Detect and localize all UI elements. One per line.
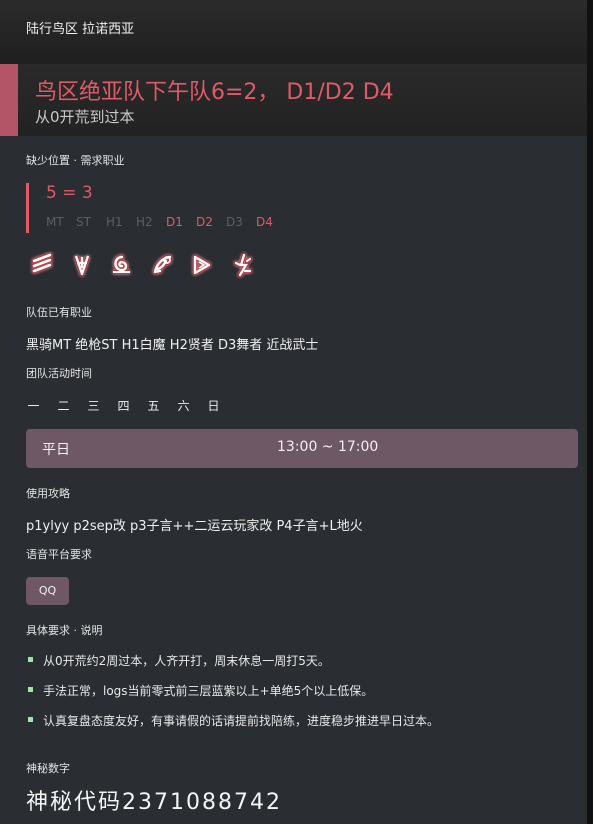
- role-slot-h2: H2: [136, 215, 153, 229]
- dragoon-job-icon: [73, 255, 91, 277]
- viper-job-icon: [233, 252, 253, 278]
- role-slot-h1: H1: [106, 215, 123, 229]
- role-slot-mt: MT: [46, 215, 64, 229]
- secret-code: 神秘代码2371088742: [26, 790, 282, 815]
- qq-platform-badge[interactable]: QQ: [26, 577, 69, 605]
- listing-subtitle: 从0开荒到过本: [35, 108, 135, 126]
- missing-roles-panel: 5 = 3 MT ST H1 H2 D1 D2 D3 D4: [26, 183, 289, 233]
- monk-job-icon: [31, 252, 53, 274]
- weekday-4: 四: [117, 399, 130, 413]
- role-slots: MT ST H1 H2 D1 D2 D3 D4: [46, 215, 286, 229]
- required-job-icons: [28, 251, 256, 279]
- window-title: 陆行鸟区 拉诺西亚: [26, 22, 135, 37]
- party-jobs-text: 黑骑MT 绝枪ST H1白魔 H2贤者 D3舞者 近战武士: [26, 338, 319, 353]
- schedule-label: 团队活动时间: [26, 367, 92, 380]
- ninja-job-icon: [113, 254, 130, 275]
- weekday-7: 日: [207, 399, 220, 413]
- weekday-6: 六: [177, 399, 190, 413]
- weekday-1: 一: [27, 399, 40, 413]
- weekday-3: 三: [87, 399, 100, 413]
- requirement-text: 从0开荒约2周过本，人齐开打，周末休息一周打5天。: [43, 654, 330, 668]
- listing-title: 鸟区绝亚队下午队6=2， D1/D2 D4: [35, 80, 394, 105]
- role-slot-d3: D3: [226, 215, 243, 229]
- bullet-icon: [28, 687, 33, 692]
- weekday-list: 一二三四五六日: [26, 397, 221, 414]
- requirement-text: 认真复盘态度友好，有事请假的话请提前找陪练，进度稳步推进早日过本。: [43, 714, 440, 728]
- slots-count: 5 = 3: [46, 183, 93, 203]
- role-slot-d1: D1: [166, 215, 183, 229]
- schedule-bar: 平日 13:00 ~ 17:00: [26, 429, 578, 468]
- bullet-icon: [28, 657, 33, 662]
- voice-platform-label: 语音平台要求: [26, 548, 92, 561]
- weekday-5: 五: [147, 399, 160, 413]
- secret-label: 神秘数字: [26, 762, 70, 775]
- strategy-text: p1ylyy p2sep改 p3子言++二运云玩家改 P4子言+L地火: [26, 519, 363, 534]
- window-titlebar: 陆行鸟区 拉诺西亚: [0, 0, 593, 64]
- reaper-job-icon: [192, 254, 212, 276]
- missing-roles-label: 缺少位置 · 需求职业: [26, 154, 125, 167]
- weekday-2: 二: [57, 399, 70, 413]
- role-slot-st: ST: [76, 215, 91, 229]
- schedule-day-type: 平日: [42, 442, 70, 458]
- schedule-time: 13:00 ~ 17:00: [277, 439, 379, 455]
- strategy-label: 使用攻略: [26, 487, 70, 500]
- window-edge: [587, 0, 593, 824]
- details-label: 具体要求 · 说明: [26, 624, 103, 637]
- party-jobs-label: 队伍已有职业: [26, 306, 92, 319]
- bullet-icon: [28, 717, 33, 722]
- role-slot-d2: D2: [196, 215, 213, 229]
- role-slot-d4: D4: [256, 215, 273, 229]
- requirement-text: 手法正常，logs当前零式前三层蓝紫以上+单绝5个以上低保。: [43, 684, 374, 698]
- samurai-job-icon: [152, 254, 173, 275]
- header-accent-bar: [0, 64, 18, 136]
- listing-header: 鸟区绝亚队下午队6=2， D1/D2 D4 从0开荒到过本: [0, 64, 593, 136]
